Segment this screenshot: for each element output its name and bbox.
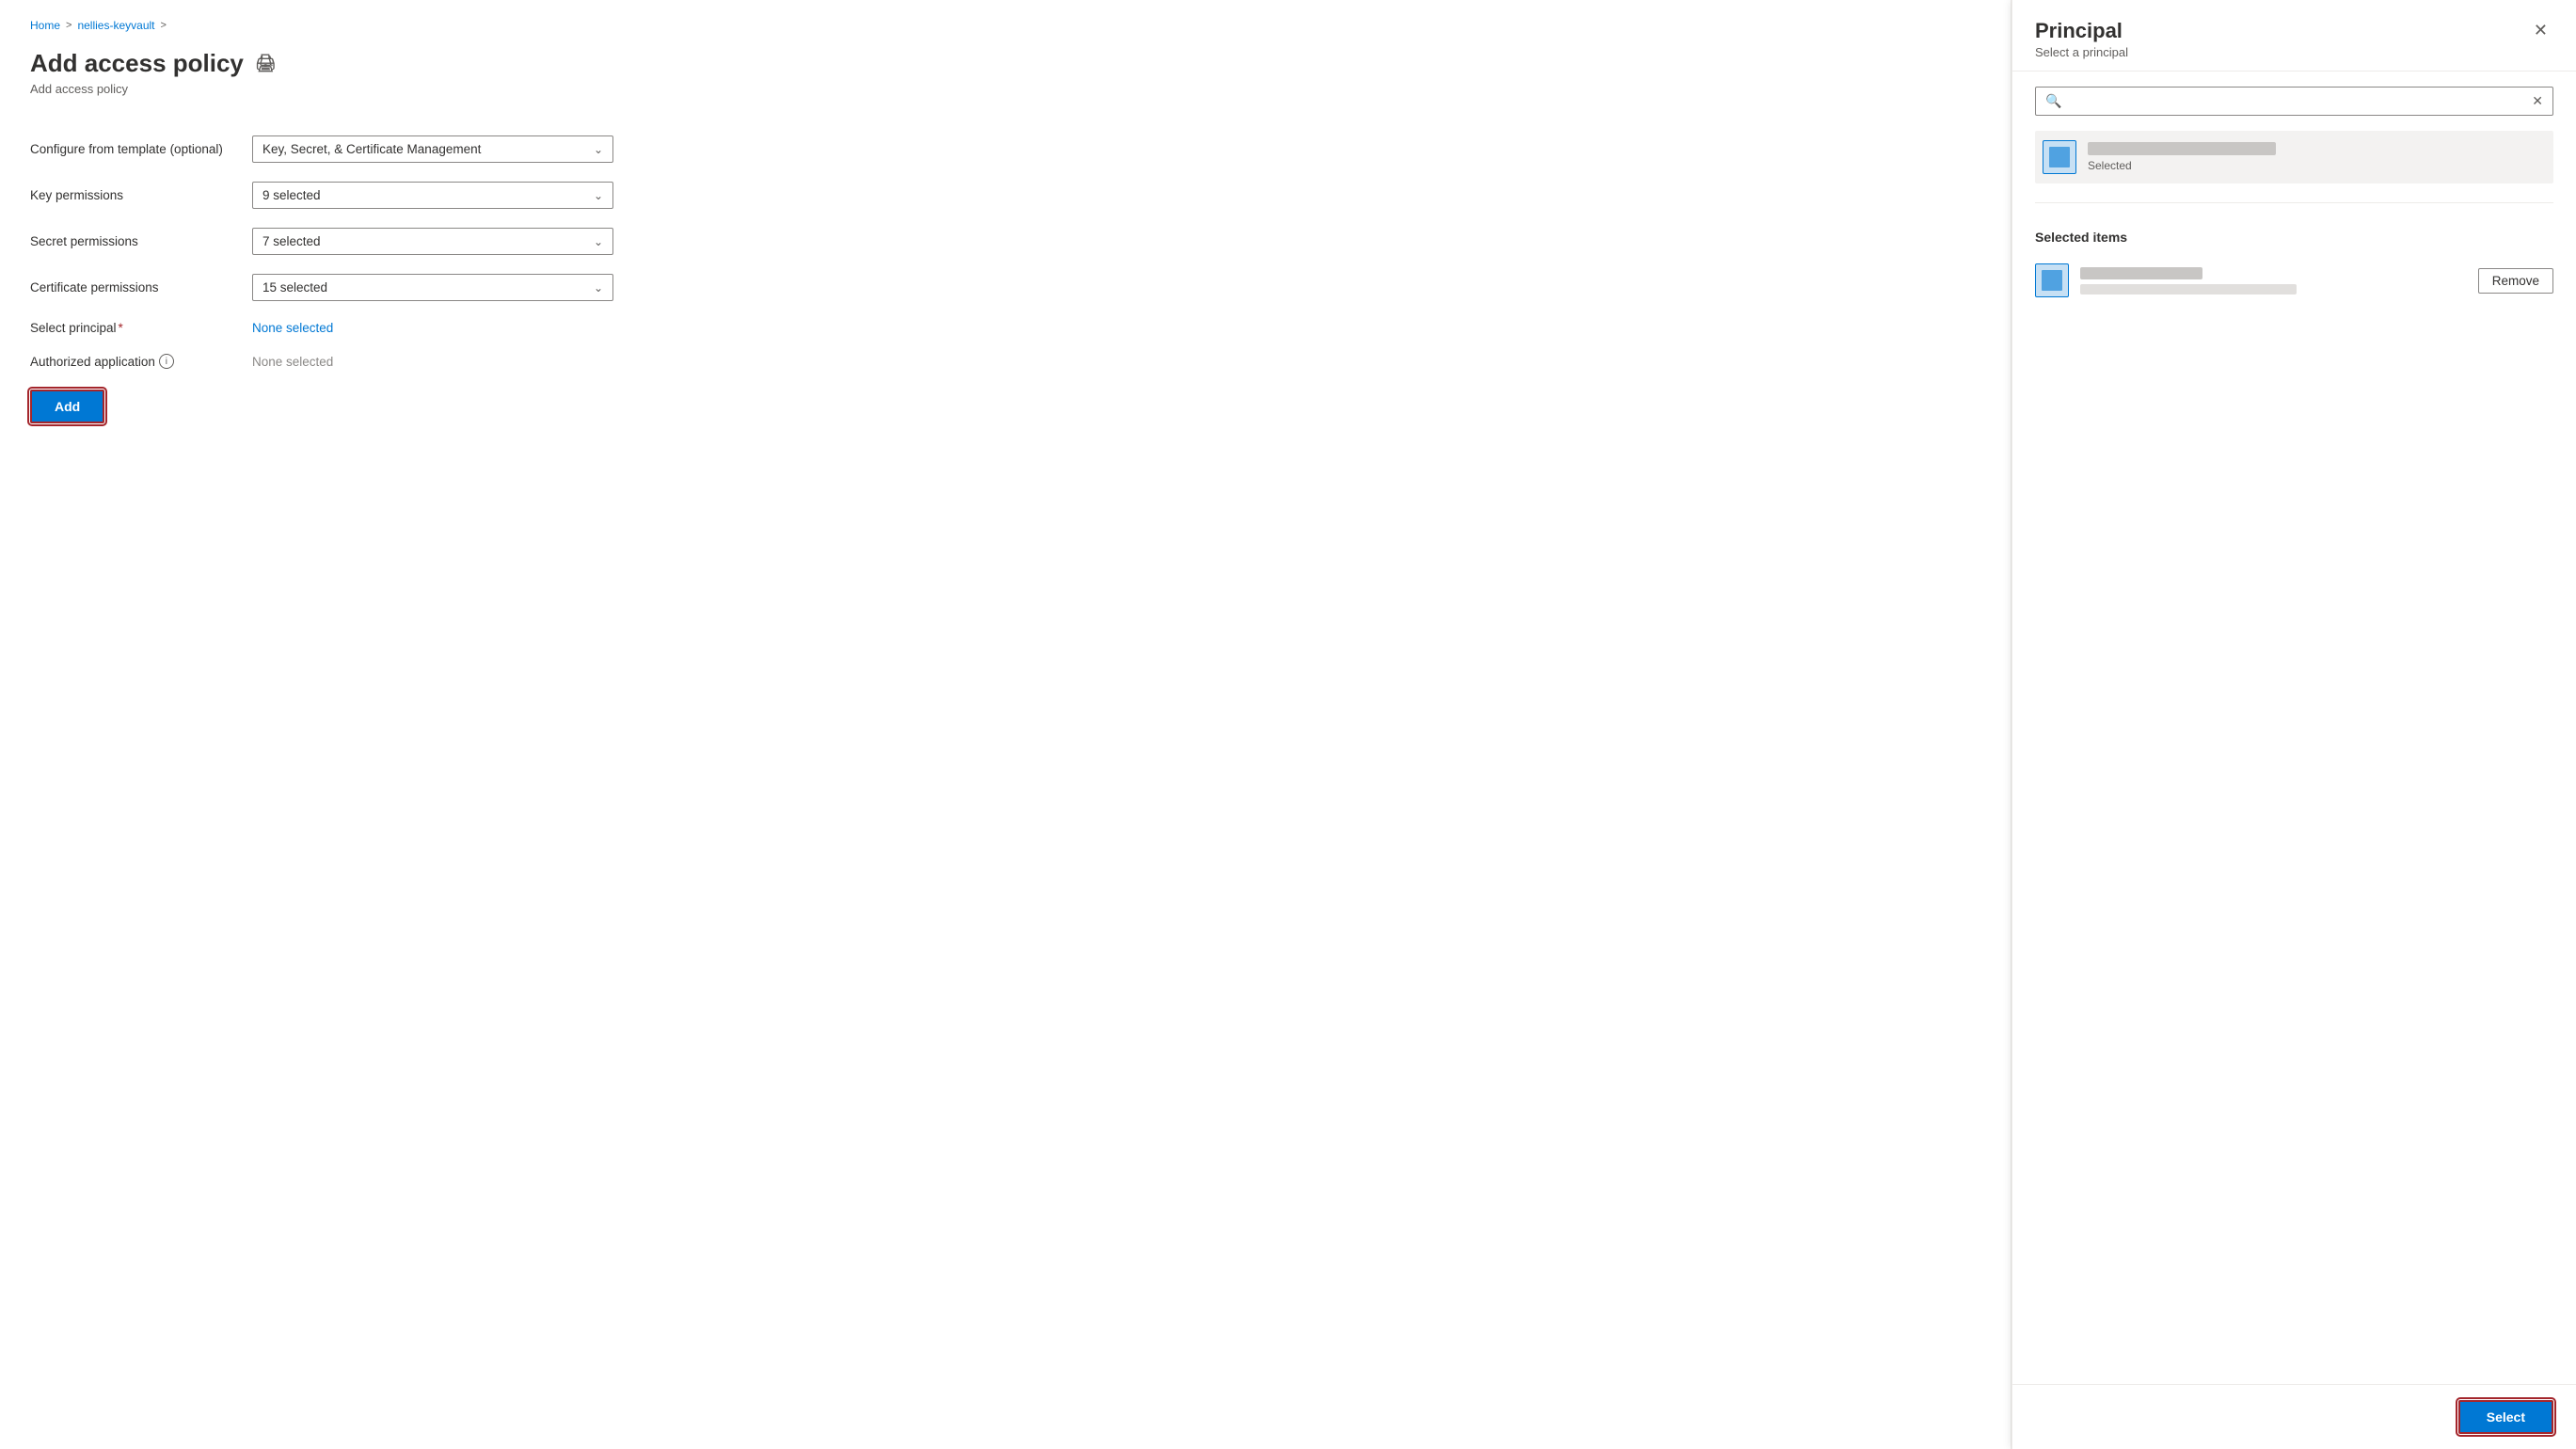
breadcrumb-keyvault[interactable]: nellies-keyvault: [77, 19, 154, 32]
principal-panel: Principal Select a principal ✕ 🔍 ✕ Selec…: [2012, 0, 2576, 1449]
authorized-none-selected: None selected: [252, 355, 333, 369]
page-subtitle: Add access policy: [30, 82, 1980, 96]
selected-item-row: Remove: [2035, 256, 2553, 305]
authorized-label-container: Authorized application i: [30, 354, 237, 369]
selected-item-avatar: [2035, 263, 2069, 297]
breadcrumb-sep2: >: [161, 20, 167, 31]
remove-button[interactable]: Remove: [2478, 268, 2553, 294]
chevron-down-icon-2: ⌄: [594, 189, 603, 202]
authorized-label: Authorized application: [30, 355, 155, 369]
key-permissions-label: Key permissions: [30, 172, 237, 218]
add-button[interactable]: Add: [30, 390, 104, 423]
secret-permissions-label: Secret permissions: [30, 218, 237, 264]
configure-label: Configure from template (optional): [30, 126, 237, 172]
principal-none-selected[interactable]: None selected: [252, 321, 333, 335]
select-button[interactable]: Select: [2458, 1400, 2553, 1434]
breadcrumb-sep1: >: [66, 20, 72, 31]
key-permissions-dropdown[interactable]: 9 selected ⌄: [252, 182, 613, 209]
chevron-down-icon-4: ⌄: [594, 281, 603, 295]
result-text-block: Selected: [2088, 142, 2276, 172]
configure-value: Key, Secret, & Certificate Management: [262, 142, 481, 156]
close-button[interactable]: ✕: [2528, 19, 2553, 42]
search-input[interactable]: [2069, 94, 2524, 108]
panel-body: 🔍 ✕ Selected Selected items: [2012, 72, 2576, 1384]
configure-dropdown[interactable]: Key, Secret, & Certificate Management ⌄: [252, 135, 613, 163]
panel-title: Principal: [2035, 19, 2128, 43]
selected-items-title: Selected items: [2035, 230, 2553, 245]
search-box[interactable]: 🔍 ✕: [2035, 87, 2553, 116]
avatar: [2043, 140, 2076, 174]
cert-permissions-dropdown[interactable]: 15 selected ⌄: [252, 274, 613, 301]
result-name-bar: [2088, 142, 2276, 155]
search-result-item[interactable]: Selected: [2035, 131, 2553, 183]
chevron-down-icon-3: ⌄: [594, 235, 603, 248]
form-table: Configure from template (optional) Key, …: [30, 126, 613, 378]
selected-items-section: Selected items Remove: [2035, 230, 2553, 305]
result-selected-tag: Selected: [2088, 159, 2276, 172]
selected-item-name-bar: [2080, 267, 2202, 279]
print-icon[interactable]: 🖨: [255, 54, 277, 73]
required-star: *: [119, 321, 123, 335]
chevron-down-icon: ⌄: [594, 143, 603, 156]
breadcrumb: Home > nellies-keyvault >: [30, 19, 1980, 32]
panel-subtitle: Select a principal: [2035, 45, 2128, 59]
principal-label-container: Select principal *: [30, 321, 237, 335]
clear-search-icon[interactable]: ✕: [2532, 93, 2543, 109]
page-title: Add access policy 🖨: [30, 49, 1980, 78]
panel-header: Principal Select a principal ✕: [2012, 0, 2576, 72]
key-permissions-value: 9 selected: [262, 188, 321, 202]
secret-permissions-dropdown[interactable]: 7 selected ⌄: [252, 228, 613, 255]
selected-item-info: [2080, 267, 2467, 295]
panel-footer: Select: [2012, 1384, 2576, 1449]
principal-label: Select principal: [30, 321, 117, 335]
avatar-inner: [2049, 147, 2070, 167]
info-icon[interactable]: i: [159, 354, 174, 369]
search-icon: 🔍: [2045, 93, 2061, 109]
panel-title-block: Principal Select a principal: [2035, 19, 2128, 59]
breadcrumb-home[interactable]: Home: [30, 19, 60, 32]
secret-permissions-value: 7 selected: [262, 234, 321, 248]
left-panel: Home > nellies-keyvault > Add access pol…: [0, 0, 2012, 1449]
selected-item-sub-bar: [2080, 284, 2297, 295]
selected-item-avatar-inner: [2042, 270, 2062, 291]
divider: [2035, 202, 2553, 203]
cert-permissions-label: Certificate permissions: [30, 264, 237, 310]
cert-permissions-value: 15 selected: [262, 280, 327, 295]
